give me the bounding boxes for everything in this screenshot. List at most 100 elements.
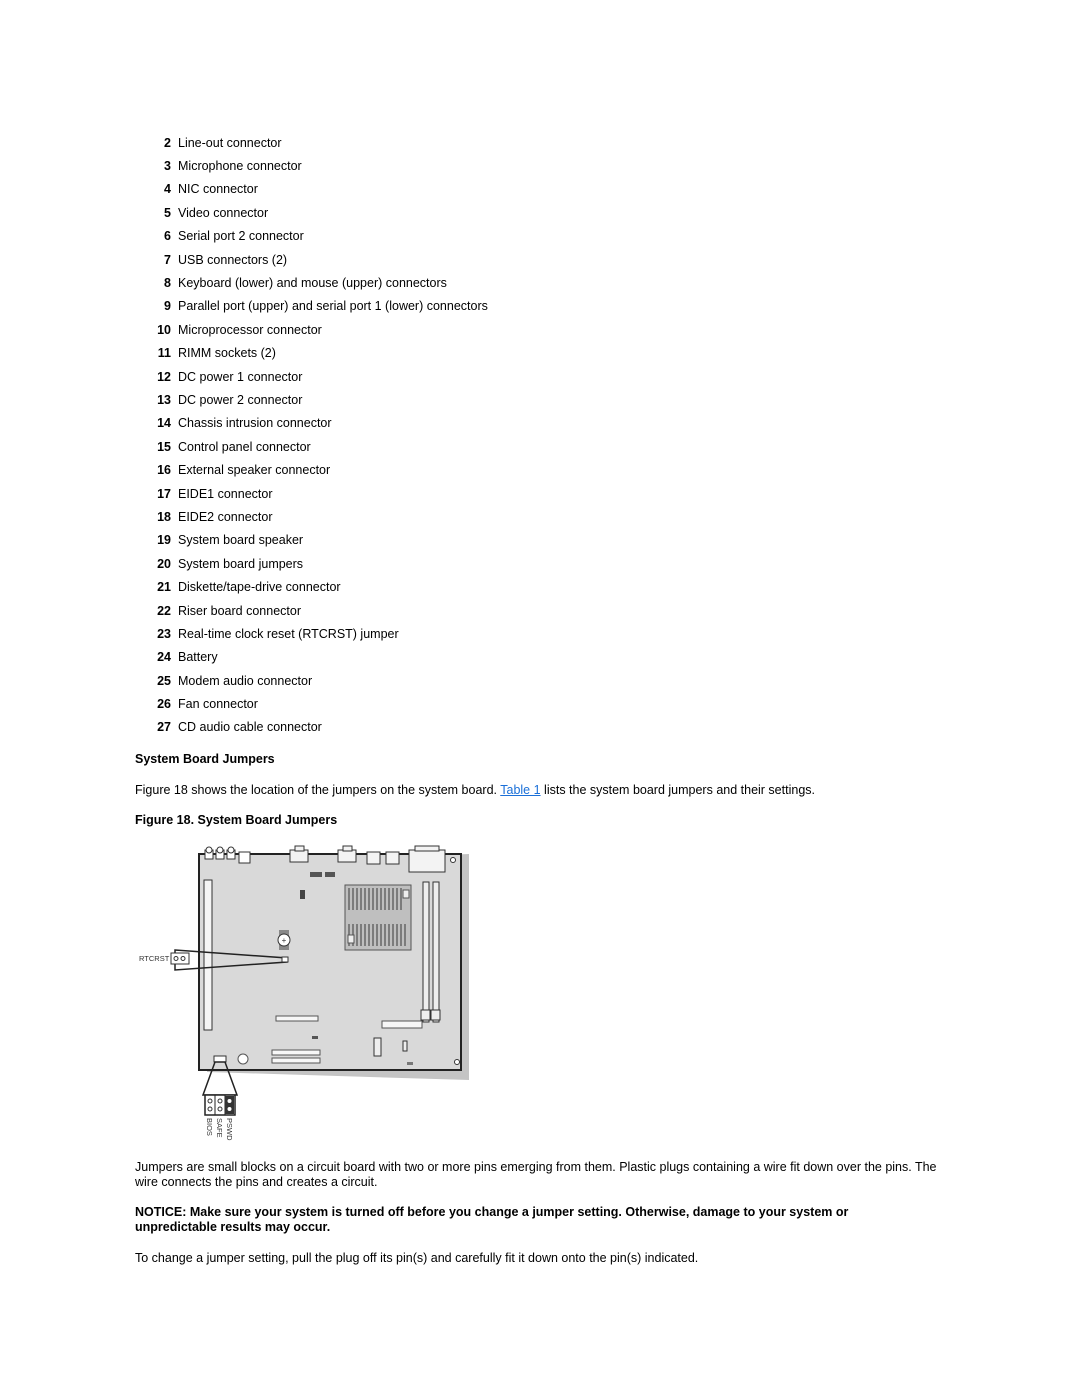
eide1-connector	[271, 1049, 321, 1056]
legend-item: 2 Line-out connector	[135, 131, 488, 154]
notice-text: NOTICE: Make sure your system is turned …	[135, 1205, 849, 1234]
legend-item: 5 Video connector	[135, 201, 488, 224]
legend-label: EIDE2 connector	[178, 509, 273, 524]
legend-label: Riser board connector	[178, 603, 301, 618]
system-board-diagram: + RTCRST BIOS SAFE PSWD	[139, 845, 469, 1141]
legend-label: NIC connector	[178, 182, 258, 197]
legend-number: 7	[164, 252, 171, 267]
pswd-label: PSWD	[225, 1118, 234, 1141]
bios-label: BIOS	[205, 1118, 214, 1136]
legend-label: Battery	[178, 650, 218, 665]
legend-label: Fan connector	[178, 697, 258, 712]
legend-label: Line-out connector	[178, 135, 282, 150]
jumper-block-detail	[204, 1094, 236, 1116]
component-legend: 2 Line-out connector 3 Microphone connector…	[135, 131, 488, 739]
legend-number: 21	[157, 580, 171, 595]
legend-number: 26	[157, 697, 171, 712]
figure-caption: Figure 18. System Board Jumpers	[135, 813, 338, 827]
legend-label: RIMM sockets (2)	[178, 346, 276, 361]
legend-label: Modem audio connector	[178, 673, 313, 688]
rtcrst-label: RTCRST	[139, 954, 170, 963]
legend-item: 20 System board jumpers	[135, 552, 488, 575]
legend-number: 5	[164, 205, 171, 220]
legend-label: Serial port 2 connector	[178, 229, 304, 244]
battery-icon: +	[277, 930, 291, 950]
cd-audio-connector	[402, 1040, 408, 1052]
speaker-icon	[237, 1053, 249, 1065]
system-board-jumpers	[213, 1055, 227, 1063]
legend-number: 14	[157, 416, 171, 431]
legend-label: Keyboard (lower) and mouse (upper) conne…	[178, 276, 447, 291]
legend-number: 6	[164, 229, 171, 244]
legend-number: 2	[164, 135, 171, 150]
diskette-connector	[275, 1015, 319, 1022]
legend-item: 22 Riser board connector	[135, 599, 488, 622]
safe-label: SAFE	[215, 1118, 224, 1138]
legend-label: DC power 1 connector	[178, 369, 303, 384]
legend-number: 16	[157, 463, 171, 478]
legend-number: 20	[157, 556, 171, 571]
legend-label: Video connector	[178, 205, 269, 220]
legend-number: 19	[157, 533, 171, 548]
legend-item: 17 EIDE1 connector	[135, 482, 488, 505]
legend-label: EIDE1 connector	[178, 486, 273, 501]
small-header	[312, 1036, 318, 1039]
legend-number: 3	[164, 159, 171, 174]
legend-number: 4	[164, 182, 171, 197]
legend-item: 19 System board speaker	[135, 529, 488, 552]
legend-number: 23	[157, 626, 171, 641]
legend-item: 27 CD audio cable connector	[135, 716, 488, 739]
riser-slot	[203, 879, 213, 1031]
legend-number: 18	[157, 509, 171, 524]
legend-item: 26 Fan connector	[135, 692, 488, 715]
legend-label: Diskette/tape-drive connector	[178, 580, 341, 595]
legend-label: External speaker connector	[178, 463, 331, 478]
legend-number: 22	[157, 603, 171, 618]
legend-label: Real-time clock reset (RTCRST) jumper	[178, 626, 399, 641]
legend-item: 21 Diskette/tape-drive connector	[135, 575, 488, 598]
fan-connector	[300, 890, 305, 899]
legend-item: 13 DC power 2 connector	[135, 388, 488, 411]
jumpers-description: Jumpers are small blocks on a circuit bo…	[135, 1160, 937, 1189]
change-jumper-paragraph: To change a jumper setting, pull the plu…	[135, 1251, 699, 1265]
legend-item: 11 RIMM sockets (2)	[135, 342, 488, 365]
dc-power-connector	[381, 1020, 423, 1029]
legend-item: 8 Keyboard (lower) and mouse (upper) conn…	[135, 271, 488, 294]
legend-label: Chassis intrusion connector	[178, 416, 332, 431]
legend-label: Parallel port (upper) and serial port 1 …	[178, 299, 488, 314]
system-board-figure: + RTCRST BIOS SAFE PSWD	[135, 840, 475, 1145]
legend-item: 10 Microprocessor connector	[135, 318, 488, 341]
header-1	[310, 872, 322, 877]
legend-number: 17	[157, 486, 171, 501]
legend-item: 7 USB connectors (2)	[135, 248, 488, 271]
table-1-link[interactable]: Table 1	[500, 783, 540, 797]
legend-label: USB connectors (2)	[178, 252, 288, 267]
legend-number: 11	[157, 346, 171, 361]
rtcrst-jumper-pins	[281, 956, 289, 963]
legend-item: 23 Real-time clock reset (RTCRST) jumper	[135, 622, 488, 645]
legend-item: 6 Serial port 2 connector	[135, 225, 488, 248]
mounting-hole	[454, 1059, 460, 1065]
legend-label: System board speaker	[178, 533, 304, 548]
legend-number: 27	[157, 720, 171, 735]
legend-number: 15	[157, 439, 171, 454]
mounting-hole	[450, 857, 456, 863]
section-heading: System Board Jumpers	[135, 752, 275, 766]
legend-label: System board jumpers	[178, 556, 304, 571]
legend-label: Microprocessor connector	[178, 322, 322, 337]
legend-number: 8	[164, 276, 171, 291]
legend-number: 10	[157, 322, 171, 337]
intro-text-before: Figure 18 shows the location of the jump…	[135, 783, 501, 797]
legend-number: 9	[164, 299, 171, 314]
legend-item: 15 Control panel connector	[135, 435, 488, 458]
svg-text:+: +	[282, 936, 287, 945]
legend-number: 25	[157, 673, 171, 688]
legend-label: Microphone connector	[178, 159, 302, 174]
legend-number: 13	[157, 392, 171, 407]
legend-number: 12	[157, 369, 171, 384]
legend-label: CD audio cable connector	[178, 720, 322, 735]
processor-heatsink	[344, 884, 412, 951]
fan-header	[407, 1062, 413, 1065]
legend-number: 24	[157, 650, 171, 665]
legend-item: 25 Modem audio connector	[135, 669, 488, 692]
